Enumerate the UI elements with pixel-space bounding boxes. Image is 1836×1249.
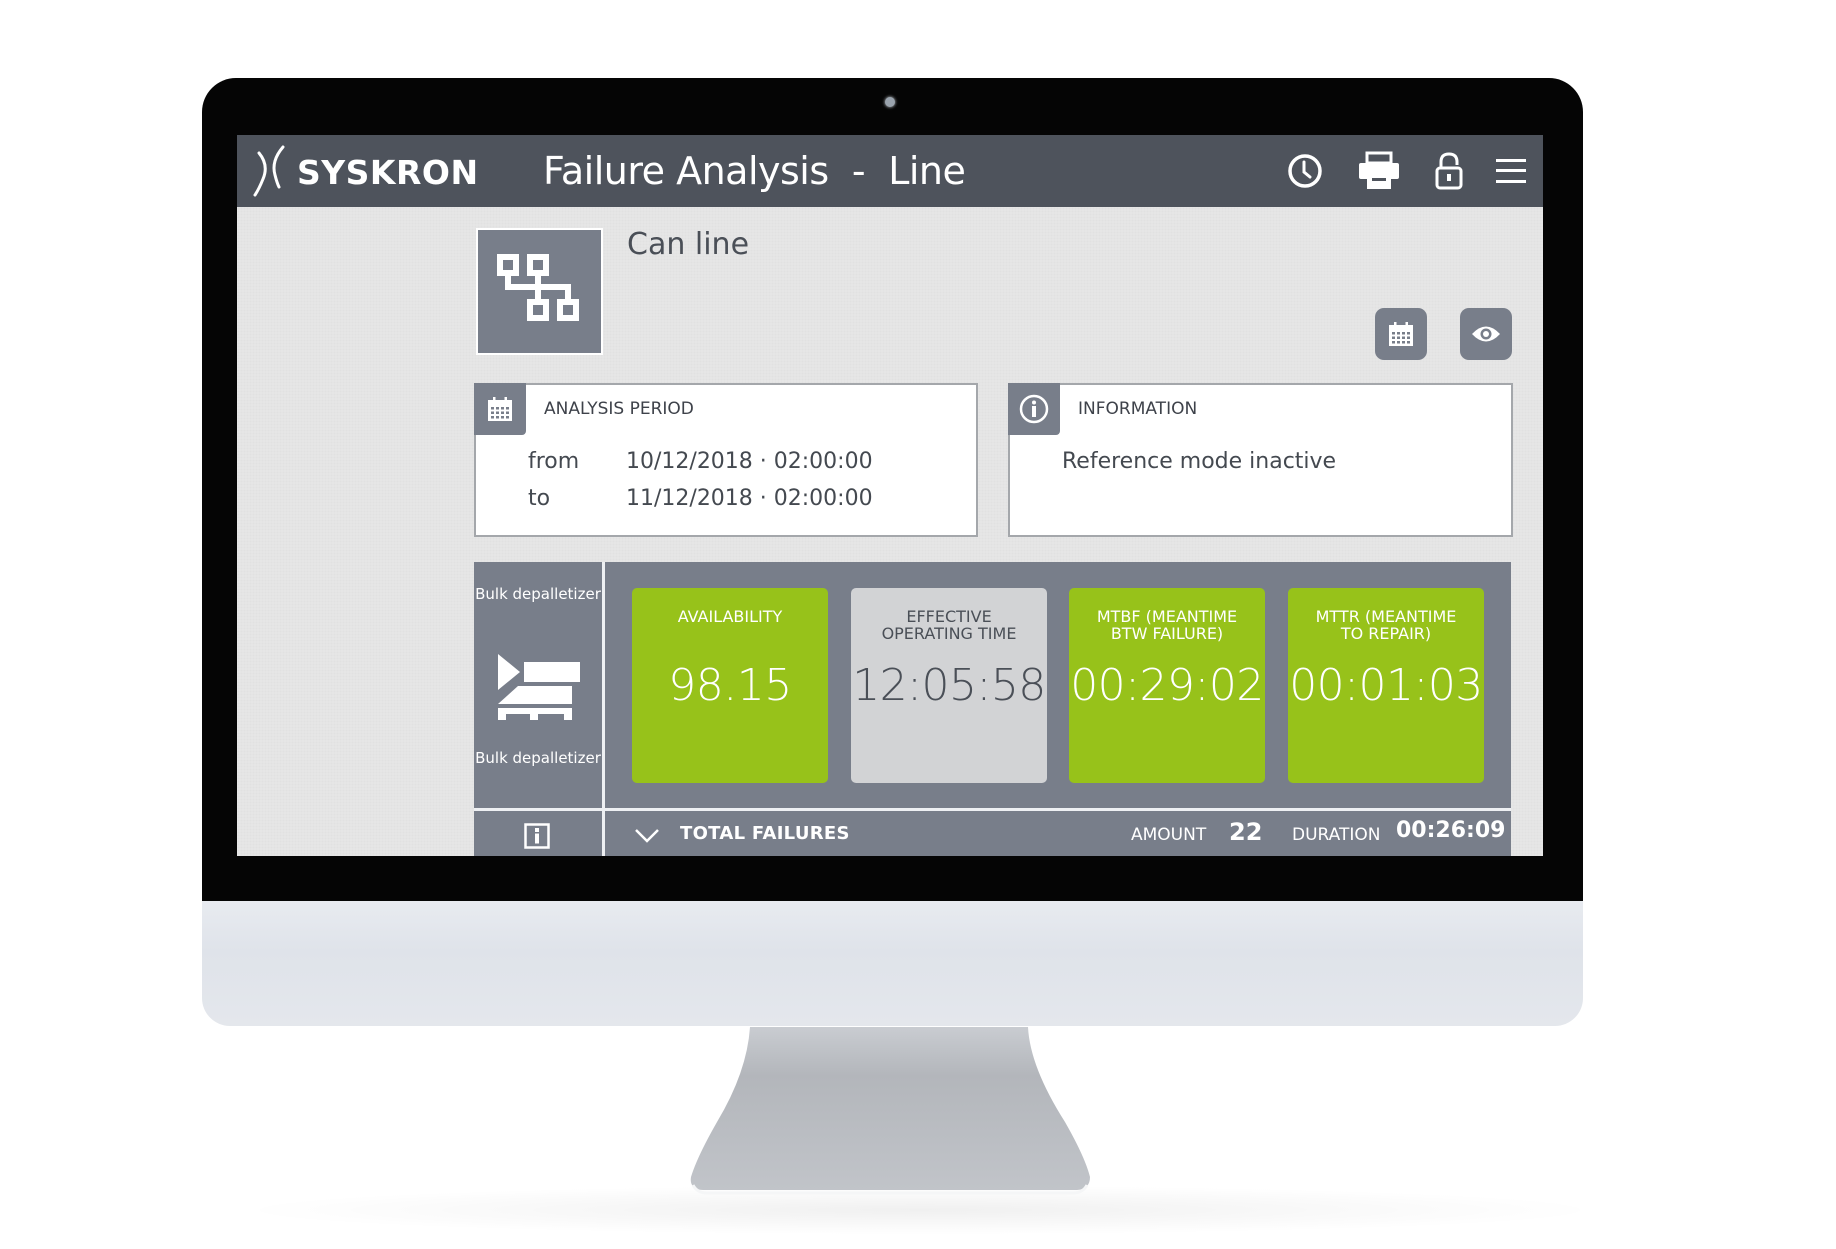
- page-title: Failure Analysis - Line: [543, 149, 966, 193]
- to-value: 11/12/2018 · 02:00:00: [626, 486, 873, 511]
- analysis-period-card: ANALYSIS PERIOD from 10/12/2018 · 02:00:…: [474, 383, 978, 537]
- line-tile[interactable]: [476, 228, 603, 355]
- kpi-card-availability[interactable]: AVAILABILITY 98.15: [632, 588, 828, 783]
- machine-name-top: Bulk depalletizer: [475, 585, 601, 603]
- view-button[interactable]: [1460, 308, 1512, 360]
- information-tab: [1008, 383, 1060, 435]
- kpi-card-mttr[interactable]: MTTR (MEANTIME TO REPAIR) 00:01:03: [1288, 588, 1484, 783]
- line-name: Can line: [627, 227, 750, 262]
- amount-label: AMOUNT: [1131, 825, 1207, 845]
- printer-icon: [1359, 151, 1399, 189]
- duration-label: DURATION: [1292, 825, 1381, 845]
- kpi-label: EFFECTIVE OPERATING TIME: [881, 607, 1017, 643]
- syskron-logo-icon: [253, 145, 285, 197]
- kpi-value: 00:29:02: [1070, 660, 1264, 711]
- main-menu-button[interactable]: [1489, 149, 1533, 193]
- network-hierarchy-icon: [497, 254, 579, 321]
- select-period-button[interactable]: [1375, 308, 1427, 360]
- kpi-label: AVAILABILITY: [677, 607, 783, 626]
- chevron-down-icon: [635, 829, 659, 843]
- eye-icon: [1472, 326, 1500, 342]
- webcam: [885, 97, 895, 107]
- information-text: Reference mode inactive: [1062, 449, 1337, 474]
- to-label: to: [528, 486, 551, 511]
- brand-logo: SYSKRON: [253, 143, 479, 201]
- app-screen: SYSKRON Failure Analysis - Line Can line…: [237, 135, 1543, 856]
- depalletizer-icon: [498, 654, 580, 720]
- from-label: from: [528, 449, 580, 474]
- information-card: INFORMATION Reference mode inactive: [1008, 383, 1513, 537]
- machine-info-button[interactable]: [524, 823, 552, 849]
- calendar-icon: [1389, 322, 1413, 346]
- kpi-card-mtbf[interactable]: MTBF (MEANTIME BTW FAILURE) 00:29:02: [1069, 588, 1265, 783]
- app-header: SYSKRON Failure Analysis - Line: [237, 135, 1543, 207]
- kpi-value: 00:01:03: [1289, 660, 1483, 711]
- unlock-icon: [1435, 152, 1463, 190]
- total-failures-toggle[interactable]: TOTAL FAILURES: [634, 818, 1034, 854]
- from-value: 10/12/2018 · 02:00:00: [626, 449, 873, 474]
- panel-horizontal-divider: [474, 808, 1511, 811]
- monitor-chin: [202, 901, 1583, 1026]
- information-title: INFORMATION: [1078, 399, 1198, 419]
- kpi-label: MTTR (MEANTIME TO REPAIR): [1315, 607, 1457, 643]
- amount-value: 22: [1229, 818, 1263, 846]
- calendar-icon: [488, 397, 512, 421]
- kpi-value: 98.15: [668, 660, 792, 711]
- kpi-value: 12:05:58: [852, 660, 1046, 711]
- brand-name: SYSKRON: [297, 152, 479, 192]
- kpi-card-effective-operating-time[interactable]: EFFECTIVE OPERATING TIME 12:05:58: [851, 588, 1047, 783]
- total-failures-label: TOTAL FAILURES: [680, 823, 850, 844]
- panel-vertical-divider: [602, 562, 605, 856]
- monitor-stand: [690, 1027, 1090, 1195]
- analysis-period-tab: [474, 383, 526, 435]
- machine-kpi-panel: Bulk depalletizer Bulk depalletizer AVAI…: [474, 562, 1511, 856]
- clock-icon: [1288, 154, 1322, 188]
- print-button[interactable]: [1357, 149, 1401, 193]
- machine-name-bottom: Bulk depalletizer: [475, 749, 601, 767]
- analysis-period-title: ANALYSIS PERIOD: [544, 399, 694, 419]
- info-box-icon: [524, 823, 550, 849]
- history-button[interactable]: [1283, 149, 1327, 193]
- info-icon: [1019, 394, 1049, 424]
- duration-value: 00:26:09: [1396, 818, 1506, 843]
- kpi-label: MTBF (MEANTIME BTW FAILURE): [1096, 607, 1238, 643]
- menu-icon: [1496, 159, 1526, 183]
- lock-button[interactable]: [1427, 149, 1471, 193]
